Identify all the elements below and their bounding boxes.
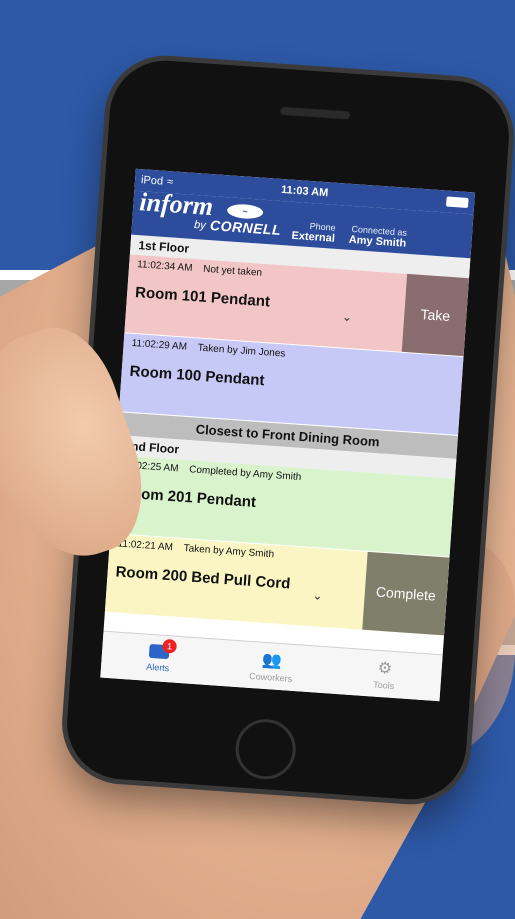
connected-user: Connected as Amy Smith <box>348 224 407 250</box>
phone-speaker <box>279 106 351 120</box>
tab-alerts[interactable]: Alerts 1 <box>100 632 216 686</box>
brand-logo: inform ~ by CORNELL <box>138 187 282 241</box>
take-button[interactable]: Take <box>401 273 470 357</box>
cornell-mark-icon: ~ <box>226 203 264 220</box>
app-screen: iPod ≈ 11:03 AM inform ~ by CORNELL Phon… <box>100 168 476 702</box>
people-icon: 👥 <box>261 651 283 671</box>
tab-label: Coworkers <box>248 670 293 684</box>
tab-label: Tools <box>372 679 395 692</box>
gear-icon: ⚙ <box>377 659 393 678</box>
phone-mode: Phone External <box>291 220 336 245</box>
tab-bar: Alerts 1 👥 Coworkers ⚙ Tools <box>100 630 443 702</box>
tab-coworkers[interactable]: 👥 Coworkers <box>213 640 329 694</box>
home-button[interactable] <box>233 717 298 782</box>
complete-button[interactable]: Complete <box>362 551 450 636</box>
tab-label: Alerts <box>145 661 170 674</box>
chevron-down-icon[interactable]: ⌄ <box>342 310 353 325</box>
brand-by: by <box>193 218 207 232</box>
notification-badge: 1 <box>162 638 178 654</box>
brand-inform: inform <box>138 187 215 222</box>
tab-tools[interactable]: ⚙ Tools <box>326 647 442 701</box>
phone: iPod ≈ 11:03 AM inform ~ by CORNELL Phon… <box>63 56 513 804</box>
brand-cornell: CORNELL <box>209 217 282 239</box>
chevron-down-icon[interactable]: ⌄ <box>312 588 323 603</box>
